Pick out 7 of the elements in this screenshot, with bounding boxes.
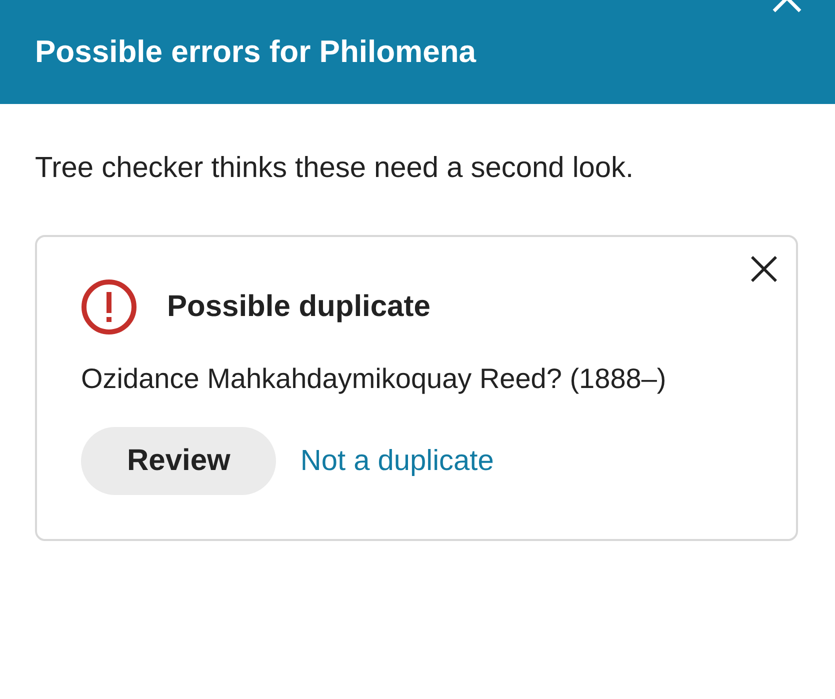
alert-icon: [81, 279, 137, 335]
issue-title: Possible duplicate: [167, 290, 430, 324]
dismiss-link[interactable]: Not a duplicate: [300, 444, 494, 478]
review-button[interactable]: Review: [81, 427, 276, 495]
person-name: Ozidance Mahkahdaymikoquay Reed? (1888–): [81, 362, 668, 396]
intro-text: Tree checker thinks these need a second look.: [35, 152, 635, 185]
dialog-title: Possible errors for Philomena: [35, 34, 476, 70]
